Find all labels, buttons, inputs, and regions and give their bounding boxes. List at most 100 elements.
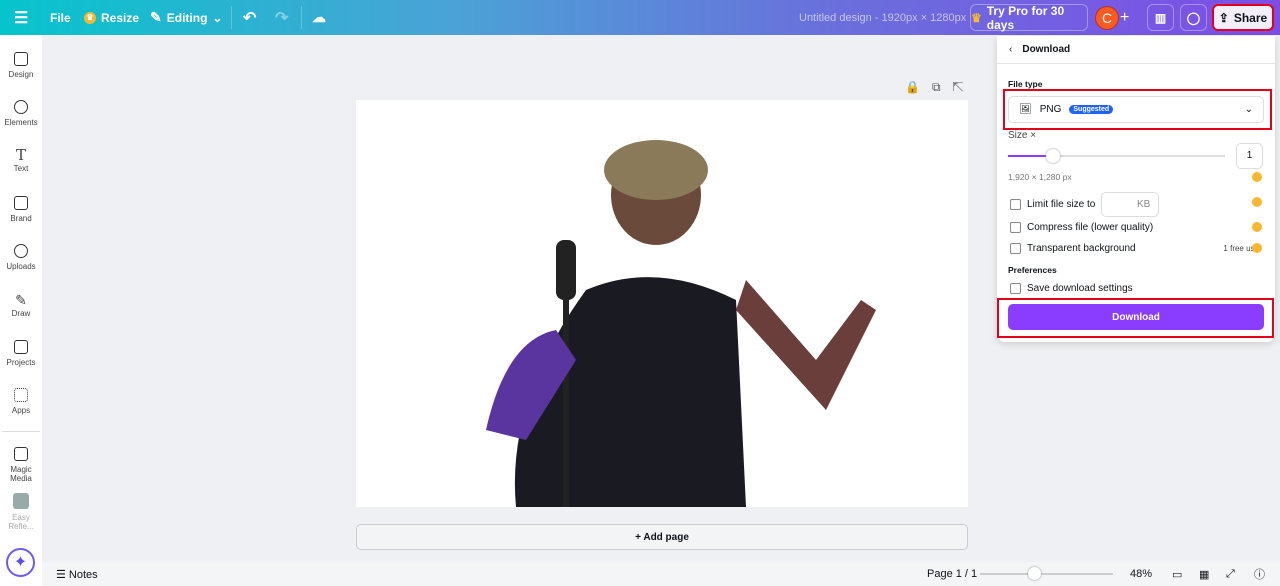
- preferences-label: Preferences: [1008, 265, 1057, 275]
- notes-button[interactable]: ☰ Notes: [56, 568, 98, 581]
- sidebar-item-easy-reflections[interactable]: Easy Refle...: [0, 493, 42, 531]
- sidebar-label: Elements: [4, 118, 38, 127]
- avatar[interactable]: C: [1095, 5, 1119, 30]
- apps-icon: [14, 388, 28, 402]
- size-label: Size ×: [1008, 130, 1037, 141]
- crown-icon: [1252, 197, 1262, 207]
- magic-media-icon: [14, 447, 28, 461]
- sidebar-label: Apps: [11, 406, 31, 415]
- save-settings-label: Save download settings: [1027, 282, 1133, 294]
- limit-label: Limit file size to: [1027, 198, 1096, 210]
- sidebar-item-projects[interactable]: Projects: [0, 340, 42, 367]
- menu-icon[interactable]: ☰: [14, 8, 28, 28]
- kb-input[interactable]: KB: [1101, 191, 1160, 217]
- help-icon[interactable]: ⓘ: [1254, 566, 1265, 582]
- redo-icon[interactable]: ↷: [275, 8, 288, 28]
- try-pro-label: Try Pro for 30 days: [986, 3, 1065, 32]
- checkbox[interactable]: [1010, 198, 1021, 210]
- divider: [301, 6, 302, 29]
- undo-icon[interactable]: ↶: [243, 8, 256, 28]
- suggested-badge: Suggested: [1069, 105, 1114, 114]
- transparent-background-option[interactable]: Transparent background 1 free use: [1010, 241, 1259, 255]
- size-slider[interactable]: [1008, 149, 1225, 163]
- design-canvas[interactable]: [356, 100, 968, 507]
- elements-icon: [14, 100, 28, 114]
- size-input[interactable]: 1: [1236, 143, 1263, 169]
- resize-label: Resize: [101, 10, 140, 25]
- canvas-toolbar-icons[interactable]: 🔒⧉⇱: [905, 80, 976, 95]
- download-panel: ‹ Download File type 🖼 PNG Suggested ⌄ S…: [997, 36, 1275, 342]
- divider: [2, 431, 40, 432]
- try-pro-button[interactable]: ♛ Try Pro for 30 days: [970, 3, 1088, 32]
- resize-button[interactable]: ♛ Resize: [84, 11, 139, 25]
- sidebar-item-brand[interactable]: Brand: [0, 196, 42, 223]
- page-view-icon[interactable]: ▭: [1172, 568, 1182, 581]
- bottom-bar: ☰ Notes Page 1 / 1 48% ▭ ▦ ⤢ ⓘ: [42, 562, 1280, 586]
- text-icon: T: [15, 146, 26, 164]
- image-icon: 🖼: [1019, 104, 1032, 115]
- sidebar-label: Magic Media: [10, 465, 32, 483]
- magic-assistant-button[interactable]: ✦: [6, 548, 35, 577]
- crown-icon: ♛: [971, 10, 982, 25]
- size-slider-thumb[interactable]: [1046, 149, 1060, 163]
- checkbox[interactable]: [1010, 221, 1021, 233]
- folder-icon: [14, 340, 28, 354]
- sidebar-label: Easy Refle...: [8, 513, 34, 531]
- sidebar-label: Brand: [10, 214, 32, 223]
- compress-option[interactable]: Compress file (lower quality): [1010, 220, 1259, 234]
- share-button[interactable]: ⇪ Share: [1212, 4, 1274, 31]
- sidebar-item-apps[interactable]: Apps: [0, 388, 42, 415]
- add-page-button[interactable]: + Add page: [356, 524, 968, 550]
- transparent-label: Transparent background: [1027, 242, 1136, 254]
- panel-title: Download: [1022, 44, 1071, 55]
- add-collaborator-icon[interactable]: +: [1120, 9, 1129, 27]
- divider: [231, 6, 232, 29]
- photo-singer-with-microphone: [486, 140, 876, 507]
- sidebar-item-text[interactable]: T Text: [0, 146, 42, 173]
- checkbox[interactable]: [1010, 282, 1021, 294]
- sidebar-item-draw[interactable]: ✎ Draw: [0, 292, 42, 318]
- fullscreen-icon[interactable]: ⤢: [1226, 568, 1235, 581]
- sidebar-item-elements[interactable]: Elements: [0, 100, 42, 127]
- back-chevron-icon[interactable]: ‹: [1009, 44, 1012, 55]
- editing-label: Editing: [166, 10, 208, 25]
- compress-label: Compress file (lower quality): [1027, 221, 1154, 233]
- chevron-down-icon: ⌄: [212, 10, 223, 25]
- limit-file-size-option[interactable]: Limit file size to KB: [1010, 191, 1259, 217]
- sidebar-item-design[interactable]: Design: [0, 52, 42, 79]
- cloud-upload-icon: [14, 244, 28, 258]
- checkbox[interactable]: [1010, 242, 1021, 254]
- sidebar-label: Text: [13, 164, 29, 173]
- design-title[interactable]: Untitled design - 1920px × 1280px: [799, 12, 966, 24]
- zoom-level[interactable]: 48%: [1130, 568, 1152, 580]
- crown-icon: [1252, 172, 1262, 182]
- editing-dropdown[interactable]: ✎ Editing ⌄: [150, 9, 222, 26]
- grid-view-icon[interactable]: ▦: [1199, 568, 1209, 581]
- upload-icon: ⇪: [1218, 10, 1229, 25]
- file-menu[interactable]: File: [50, 11, 71, 25]
- sidebar-label: Projects: [6, 358, 36, 367]
- kb-unit: KB: [1137, 198, 1151, 210]
- top-bar: ☰ File ♛ Resize ✎ Editing ⌄ ↶ ↷ ☁ Untitled …: [0, 0, 1280, 35]
- sidebar-item-magic-media[interactable]: Magic Media: [0, 447, 42, 483]
- cloud-saved-icon[interactable]: ☁: [312, 9, 326, 26]
- chevron-down-icon: ⌄: [1244, 104, 1253, 115]
- brand-icon: [14, 196, 28, 210]
- download-button[interactable]: Download: [1008, 304, 1264, 330]
- page-indicator[interactable]: Page 1 / 1: [927, 568, 977, 580]
- size-slider-fill: [1008, 155, 1052, 157]
- sidebar-item-uploads[interactable]: Uploads: [0, 244, 42, 271]
- zoom-slider[interactable]: [980, 567, 1113, 580]
- analytics-icon[interactable]: ▥: [1147, 4, 1174, 31]
- file-label: File: [50, 10, 71, 25]
- share-label: Share: [1233, 10, 1268, 25]
- pencil-icon: ✎: [150, 9, 162, 25]
- comment-icon[interactable]: ◯: [1180, 4, 1207, 31]
- file-type-select[interactable]: 🖼 PNG Suggested ⌄: [1008, 96, 1264, 123]
- app-thumbnail-icon: [13, 493, 29, 509]
- zoom-slider-thumb[interactable]: [1028, 567, 1041, 580]
- design-icon: [14, 52, 28, 66]
- sidebar-label: Uploads: [6, 262, 36, 271]
- save-settings-option[interactable]: Save download settings: [1010, 281, 1259, 295]
- dimensions-text: 1,920 × 1,280 px: [1008, 172, 1072, 182]
